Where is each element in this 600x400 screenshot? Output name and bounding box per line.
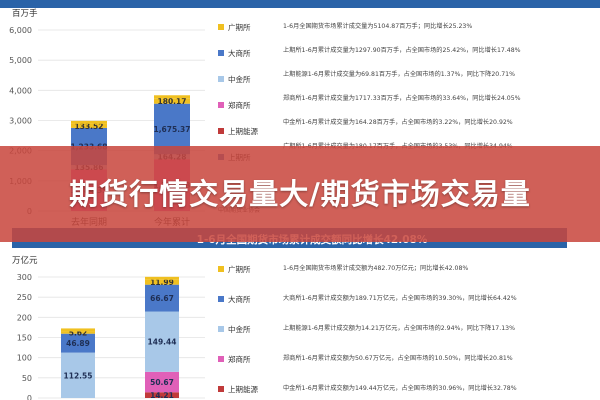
title-overlay: 期货行情交易量大/期货市场交易量 [0,146,600,242]
panel1-legend-label: 大商所 [228,48,251,58]
panel2-bar-cap-yellow [61,328,95,332]
panel2-y-tick-label: 250 [17,293,32,302]
panel2-y-tick-label: 50 [22,374,32,383]
panel2-data-label: 46.89 [66,339,90,348]
panel1-legend-swatch [218,76,224,82]
panel2-data-label: 14.21 [150,391,174,400]
panel1-note-text: 1-6月全国期货市场累计成交量为5104.87百万手；同比增长25.23% [283,22,472,30]
panel1-data-label: 180.17 [158,97,187,106]
panel2-y-tick-label: 0 [27,394,32,400]
panel1-bar-cap-yellow [154,95,190,99]
panel2-legend-label: 广期所 [228,264,251,274]
panel1-data-label: 1,675.37 [153,125,190,134]
panel1-legend-swatch [218,24,224,30]
panel2-data-label: 66.67 [150,294,174,303]
panel2-legend-label: 大商所 [228,294,251,304]
panel2-legend-label: 中金所 [228,324,251,334]
panel1-legend-swatch [218,128,224,134]
panel1-bar-cap-yellow [71,120,107,124]
panel2-bar-cap-yellow [145,276,179,280]
page-title: 期货行情交易量大/期货市场交易量 [69,177,531,211]
panel2-y-tick-label: 100 [17,354,32,363]
panel2-legend-swatch [218,266,224,272]
panel2-note-text: 中金所1-6月累计成交额为149.44万亿元，占全国市场的30.96%，同比增长… [283,384,517,392]
panel1-note-text: 上期能源1-6月累计成交量为69.81百万手，占全国市场的1.37%，同比下降2… [283,70,515,78]
panel2-note-text: 1-6月全国期货市场累计成交额为482.70万亿元；同比增长42.08% [283,264,468,272]
panel2-note-text: 郑商所1-6月累计成交额为50.67万亿元，占全国市场的10.50%，同比增长2… [283,354,513,362]
panel1-legend-swatch [218,50,224,56]
panel2-y-axis-label: 万亿元 [12,255,38,266]
panel2-data-label: 50.67 [150,378,174,387]
panel1-y-axis-label: 百万手 [12,8,38,19]
panel2-data-label: 112.55 [64,371,93,380]
panel2-data-label: 149.44 [148,338,177,347]
panel2-note-text: 上期能源1-6月累计成交额为14.21万亿元，占全国市场的2.94%，同比下降1… [283,324,515,332]
panel1-legend-swatch [218,102,224,108]
panel2-legend-label: 郑商所 [228,354,251,364]
panel2-legend-swatch [218,326,224,332]
panel1-note-text: 郑商所1-6月累计成交量为1717.33百万手，占全国市场的33.64%，同比增… [283,94,521,102]
panel1-legend-label: 广期所 [228,22,251,32]
panel2-legend-swatch [218,296,224,302]
panel1-y-tick-label: 3,000 [9,117,32,126]
panel1-legend-label: 上期能源 [228,126,258,136]
top-strip [0,0,600,8]
panel1-note-text: 中金所1-6月累计成交量为164.28百万手，占全国市场的3.22%，同比增长2… [283,118,513,126]
panel1-legend-label: 中金所 [228,74,251,84]
panel2-y-tick-label: 300 [17,273,32,282]
panel2-legend-label: 上期能源 [228,384,258,394]
panel2-legend-swatch [218,386,224,392]
panel2-note-text: 大商所1-6月累计成交额为189.71万亿元，占全国市场的39.30%，同比增长… [283,294,517,302]
panel1-y-tick-label: 4,000 [9,86,32,95]
panel2-y-tick-label: 150 [17,334,32,343]
panel1-note-text: 上期所1-6月累计成交量为1297.90百万手，占全国市场的25.42%，同比增… [283,46,521,54]
panel1-legend-label: 郑商所 [228,100,251,110]
panel2-y-tick-label: 200 [17,313,32,322]
panel1-y-tick-label: 5,000 [9,56,32,65]
panel2-legend-swatch [218,356,224,362]
panel1-y-tick-label: 6,000 [9,26,32,35]
